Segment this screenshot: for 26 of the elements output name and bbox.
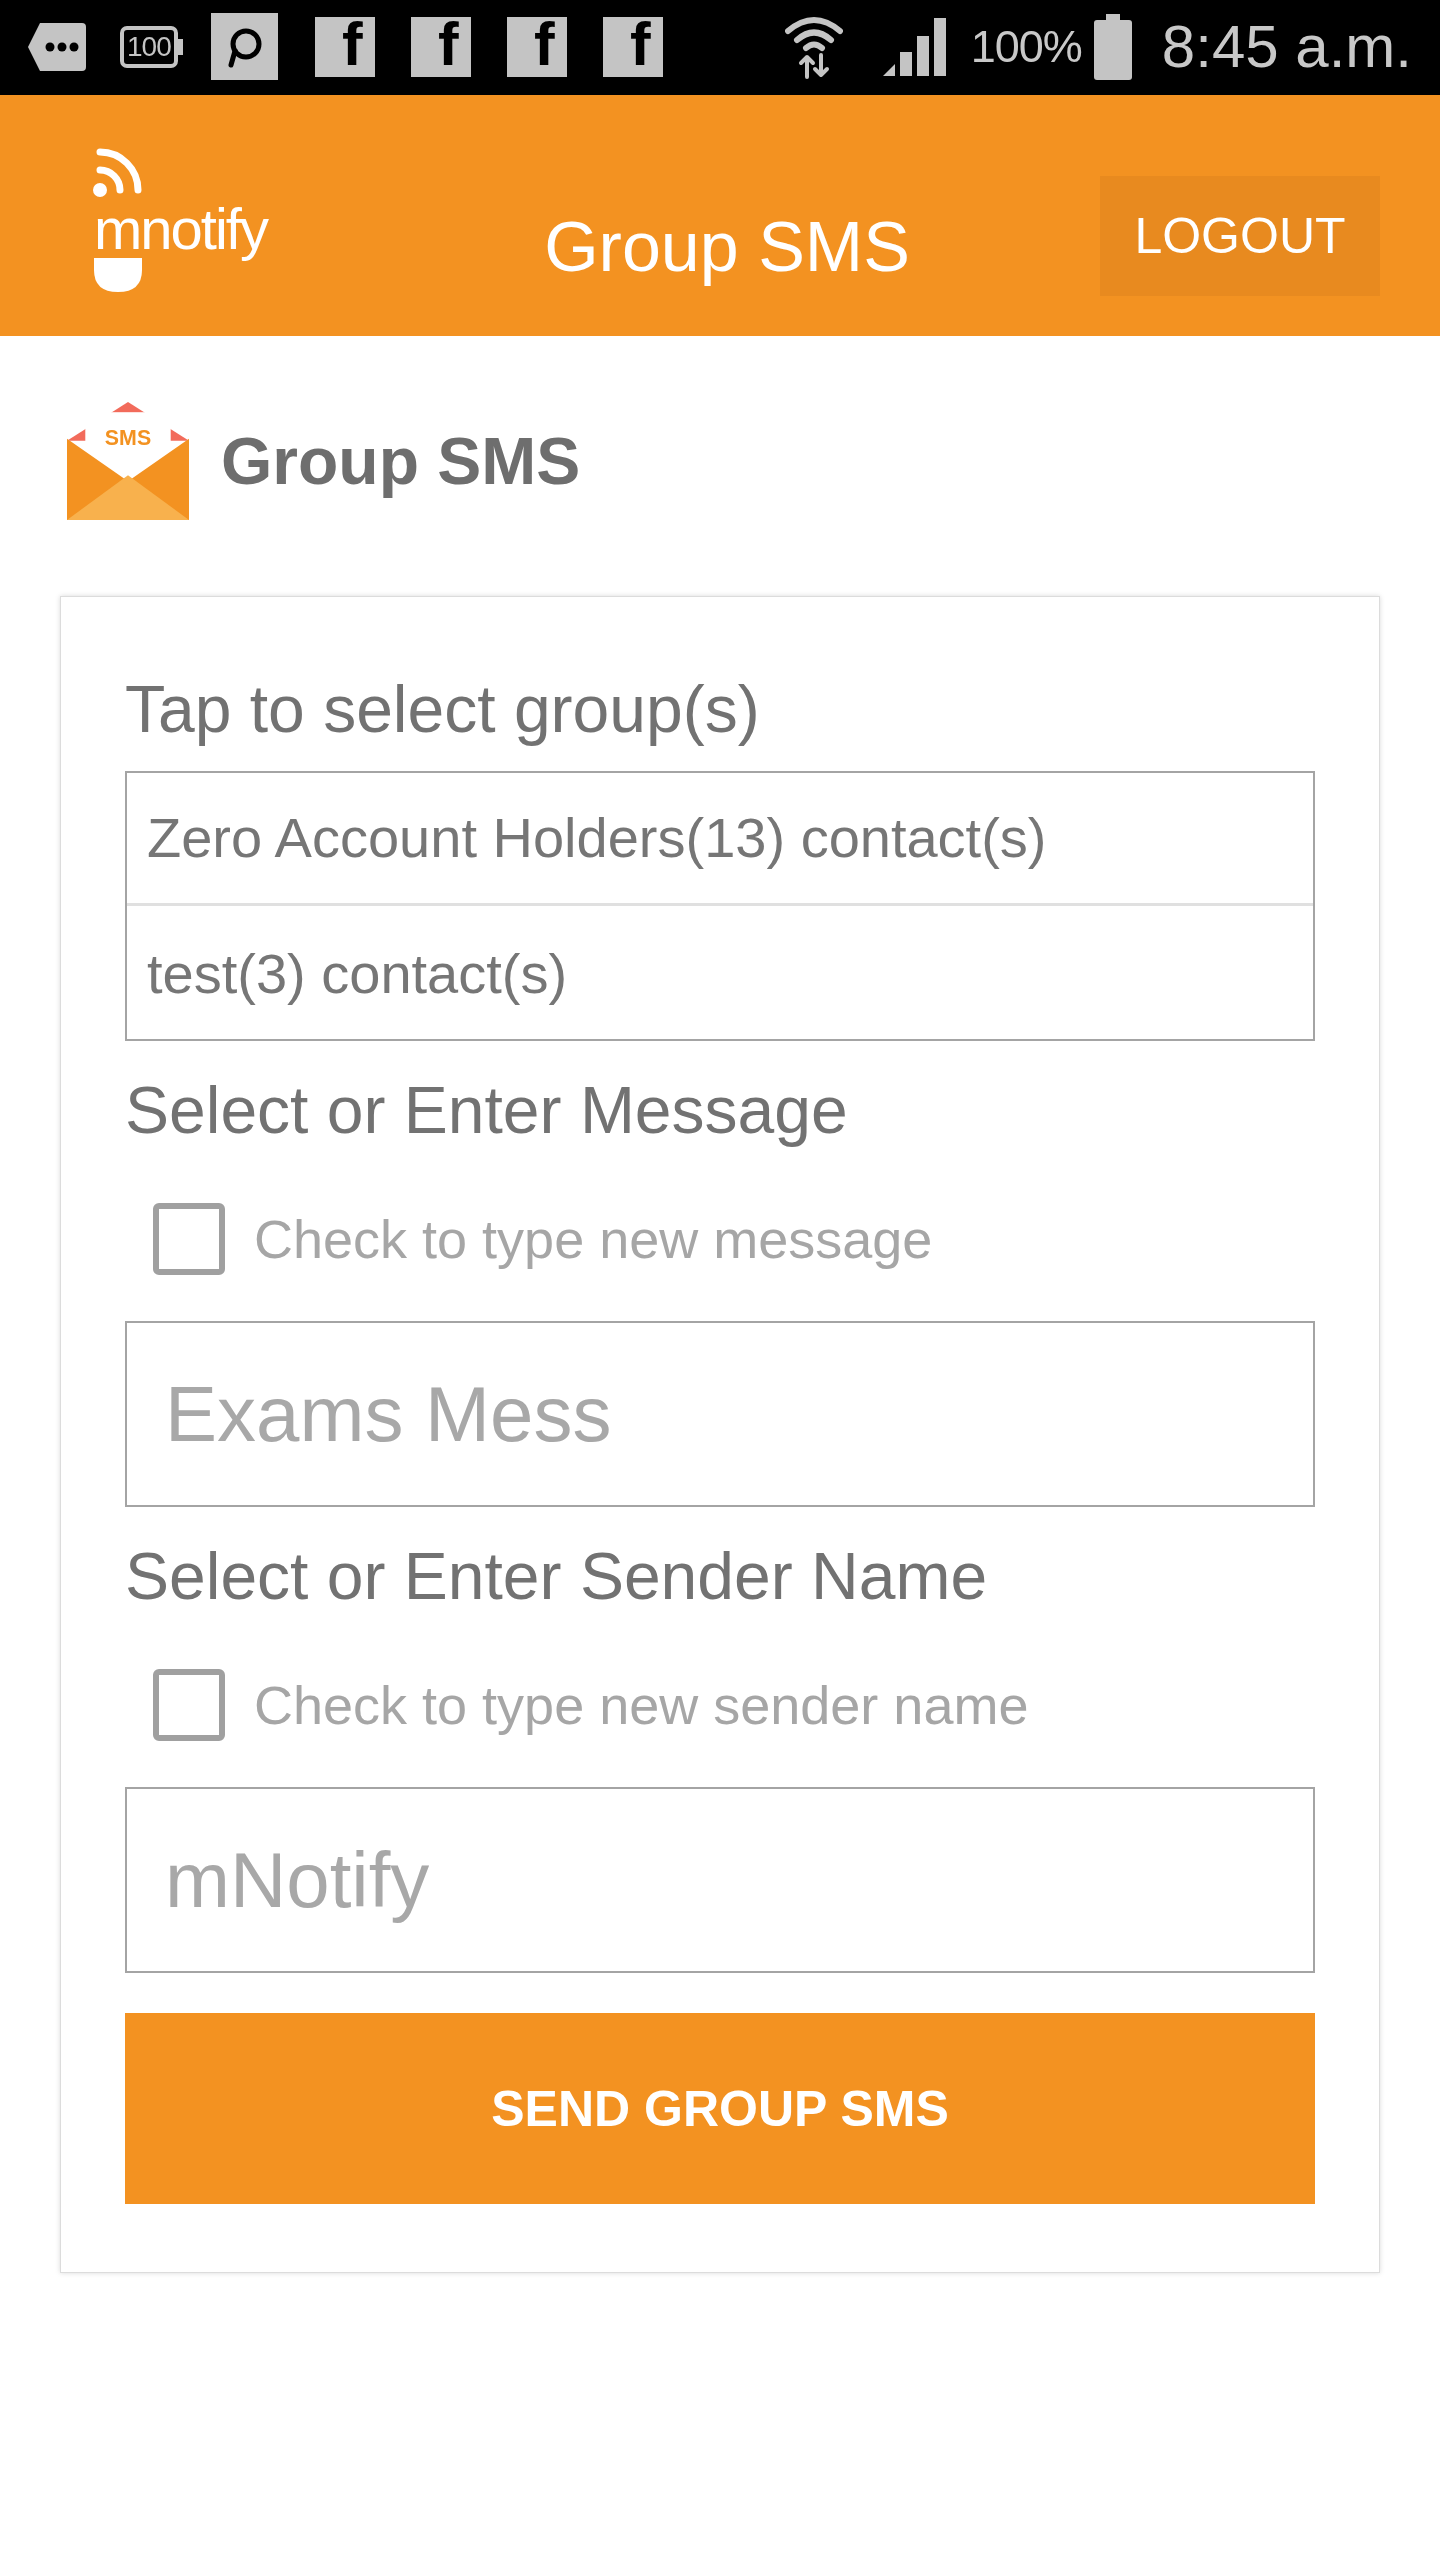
message-field[interactable]: Exams Mess xyxy=(125,1321,1315,1507)
f-tile-icon: f xyxy=(314,16,375,77)
checkbox[interactable] xyxy=(153,1203,225,1275)
send-group-sms-button[interactable]: SEND GROUP SMS xyxy=(125,2013,1315,2204)
f-tile-icon: f xyxy=(602,16,663,77)
battery-icon xyxy=(1093,13,1132,80)
checkbox-label: Check to type new sender name xyxy=(254,1674,1029,1736)
page-heading: Group SMS xyxy=(221,423,581,499)
groups-label: Tap to select group(s) xyxy=(125,671,760,748)
battery-percent: 100% xyxy=(970,20,1082,73)
sender-field[interactable]: mNotify xyxy=(125,1787,1315,1973)
logout-button[interactable]: LOGOUT xyxy=(1100,176,1380,296)
wifi-icon xyxy=(784,14,843,79)
group-list-item[interactable]: Zero Account Holders(13) contact(s) xyxy=(127,773,1313,903)
message-label: Select or Enter Message xyxy=(125,1072,848,1149)
chat-bubble-icon xyxy=(26,20,88,73)
checkbox-label: Check to type new message xyxy=(254,1208,933,1270)
screen-title: Group SMS xyxy=(544,207,910,287)
sender-label: Select or Enter Sender Name xyxy=(125,1538,988,1615)
signal-bars-icon xyxy=(882,17,949,76)
f-tile-icon: f xyxy=(410,16,471,77)
f-tile-icon: f xyxy=(506,16,567,77)
magnifier-tile-icon xyxy=(210,13,278,80)
clock-time: 8:45 a.m. xyxy=(1161,12,1412,81)
checkbox[interactable] xyxy=(153,1669,225,1741)
group-list-item[interactable]: test(3) contact(s) xyxy=(127,903,1313,1039)
